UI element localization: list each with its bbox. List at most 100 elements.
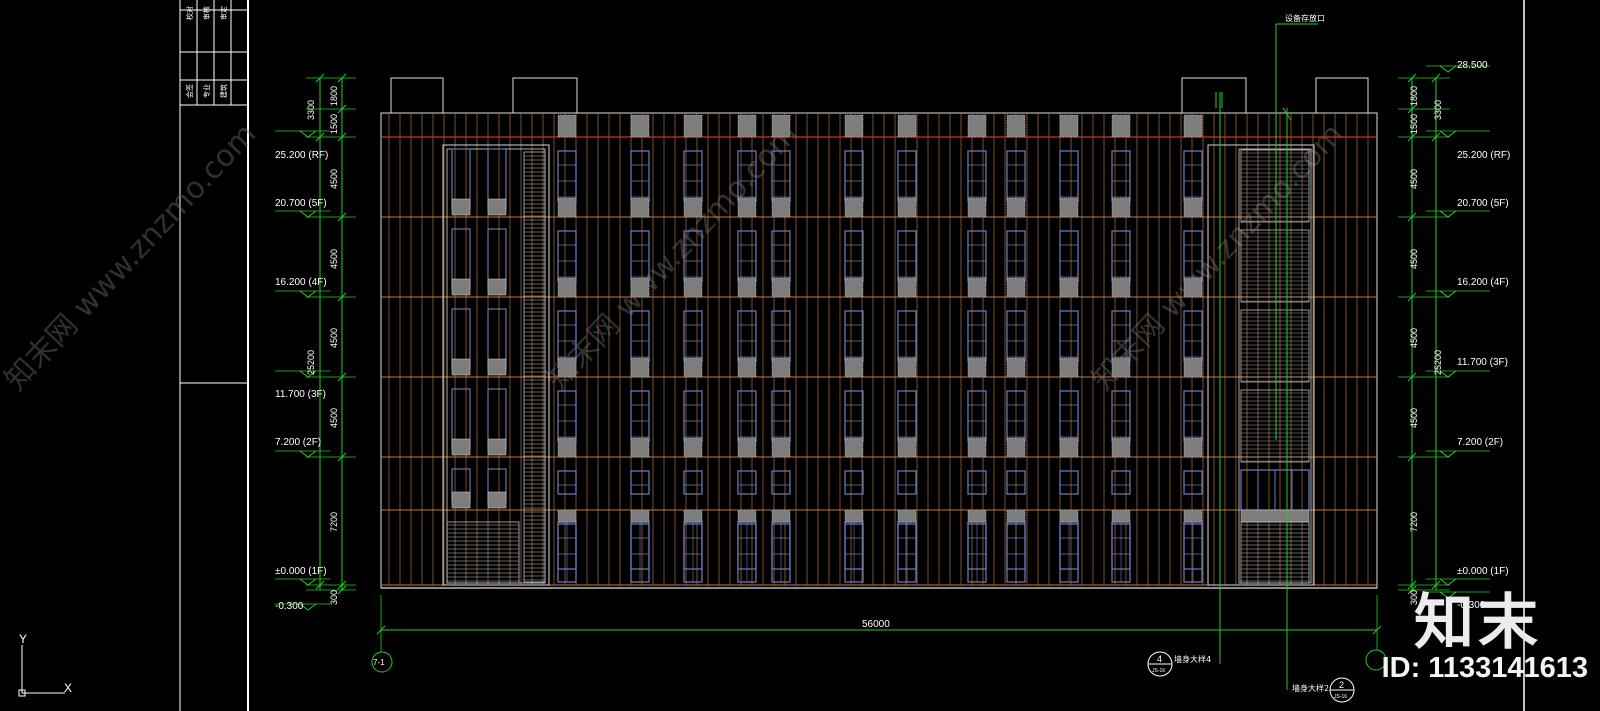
window-bay <box>630 150 650 202</box>
dim-left-4500-a: 4500 <box>329 169 339 189</box>
stone-panel <box>630 509 650 523</box>
stone-panel <box>737 114 757 138</box>
dim-left-4500-b: 4500 <box>329 249 339 269</box>
dim-right-1800: 1800 <box>1409 86 1419 106</box>
stone-panel <box>487 491 507 509</box>
level-marker-right <box>1439 210 1457 218</box>
level-marker-right <box>1439 65 1457 73</box>
stone-panel <box>1183 277 1203 298</box>
ucs-icon <box>18 645 65 697</box>
dim-right-1500: 1500 <box>1409 114 1419 134</box>
building-facade <box>380 23 1378 690</box>
roof-box <box>1181 77 1247 114</box>
dim-left-3300: 3300 <box>306 100 316 120</box>
detail-2-label: 墙身大样2 <box>1292 683 1329 693</box>
window-bay <box>897 470 917 495</box>
stone-panel <box>557 509 577 523</box>
stone-panel <box>487 278 507 296</box>
window-bay <box>557 470 577 495</box>
dim-right-25200: 25200 <box>1433 350 1443 375</box>
stone-panel <box>1183 437 1203 458</box>
stone-panel <box>1111 277 1131 298</box>
stone-panel <box>683 277 703 298</box>
stone-panel <box>630 357 650 378</box>
stone-panel <box>967 437 987 458</box>
window-bay <box>557 230 577 282</box>
detail-2-number: 2 <box>1339 680 1344 690</box>
stone-panel <box>1059 114 1079 138</box>
dim-left-4500-c: 4500 <box>329 328 339 348</box>
level-right-4f: 16.200 (4F) <box>1457 277 1509 288</box>
title-cell-6: 建筑 <box>219 84 228 98</box>
level-left-2f: 7.200 (2F) <box>275 437 321 448</box>
window-bay <box>897 150 917 202</box>
title-cell-3: 审定 <box>219 6 228 20</box>
stone-panel <box>967 197 987 218</box>
callout-top-note: 设备存放口 <box>1285 13 1325 23</box>
stone-panel <box>1059 277 1079 298</box>
stone-panel <box>771 509 791 523</box>
stone-panel <box>451 278 471 296</box>
level-marker-right <box>1439 290 1457 298</box>
dim-right-4500-c: 4500 <box>1409 328 1419 348</box>
roof-box <box>1315 77 1369 114</box>
window-bay <box>1059 230 1079 282</box>
window-bay <box>771 230 791 282</box>
stone-panel <box>1183 357 1203 378</box>
stone-panel <box>897 437 917 458</box>
window-bay <box>1183 310 1203 362</box>
stone-panel <box>451 491 471 509</box>
dim-left-25200: 25200 <box>306 350 316 375</box>
stone-panel <box>683 197 703 218</box>
stone-panel <box>844 197 864 218</box>
stone-panel <box>844 114 864 138</box>
stone-panel <box>737 357 757 378</box>
stone-panel <box>967 277 987 298</box>
window-bay <box>844 390 864 442</box>
stone-panel <box>1006 114 1026 138</box>
roof-box <box>390 77 444 114</box>
level-marker-left <box>299 450 317 458</box>
window-bay <box>771 310 791 362</box>
window-bay <box>630 470 650 495</box>
stone-panel <box>1111 197 1131 218</box>
stone-panel <box>897 509 917 523</box>
stone-panel <box>967 114 987 138</box>
window-bay <box>897 230 917 282</box>
stone-panel <box>771 437 791 458</box>
stone-panel <box>1006 437 1026 458</box>
window-bay <box>1183 390 1203 442</box>
ucs-y-label: Y <box>19 632 27 646</box>
window-bay <box>683 470 703 495</box>
stone-panel <box>1006 357 1026 378</box>
level-left-gr: -0.300 <box>275 601 304 612</box>
stone-panel <box>1006 277 1026 298</box>
stone-panel <box>630 114 650 138</box>
stone-panel <box>897 197 917 218</box>
window-bay <box>844 310 864 362</box>
stone-panel <box>630 197 650 218</box>
stone-panel <box>967 357 987 378</box>
watermark-text-3: 知末网 www.znzmo.com <box>1085 117 1350 398</box>
level-marker-right <box>1439 130 1457 138</box>
roof-box <box>512 77 578 114</box>
stone-panel <box>737 197 757 218</box>
window-bay <box>557 150 577 202</box>
elevation-drawing: 校对 审核 审定 会签 专业 建筑 Y X 知末网 www.znzmo.com … <box>0 0 1525 711</box>
level-right-2f: 7.200 (2F) <box>1457 437 1503 448</box>
stone-panel <box>1111 509 1131 523</box>
window-bay <box>1183 470 1203 495</box>
stone-panel <box>451 358 471 376</box>
title-block: 校对 审核 审定 会签 专业 建筑 <box>179 0 1525 711</box>
stone-panel <box>557 277 577 298</box>
detail-4-number: 4 <box>1157 654 1162 664</box>
level-marker-left <box>299 290 317 298</box>
window-bay <box>771 470 791 495</box>
detail-4-ref: JS-16 <box>1152 668 1165 674</box>
stone-panel <box>1183 114 1203 138</box>
level-left-3f: 11.700 (3F) <box>275 389 326 400</box>
stone-panel <box>771 114 791 138</box>
stone-panel <box>1111 437 1131 458</box>
entrance-grille-right <box>1240 521 1310 584</box>
watermark-text-2: 知末网 www.znzmo.com <box>540 117 805 398</box>
